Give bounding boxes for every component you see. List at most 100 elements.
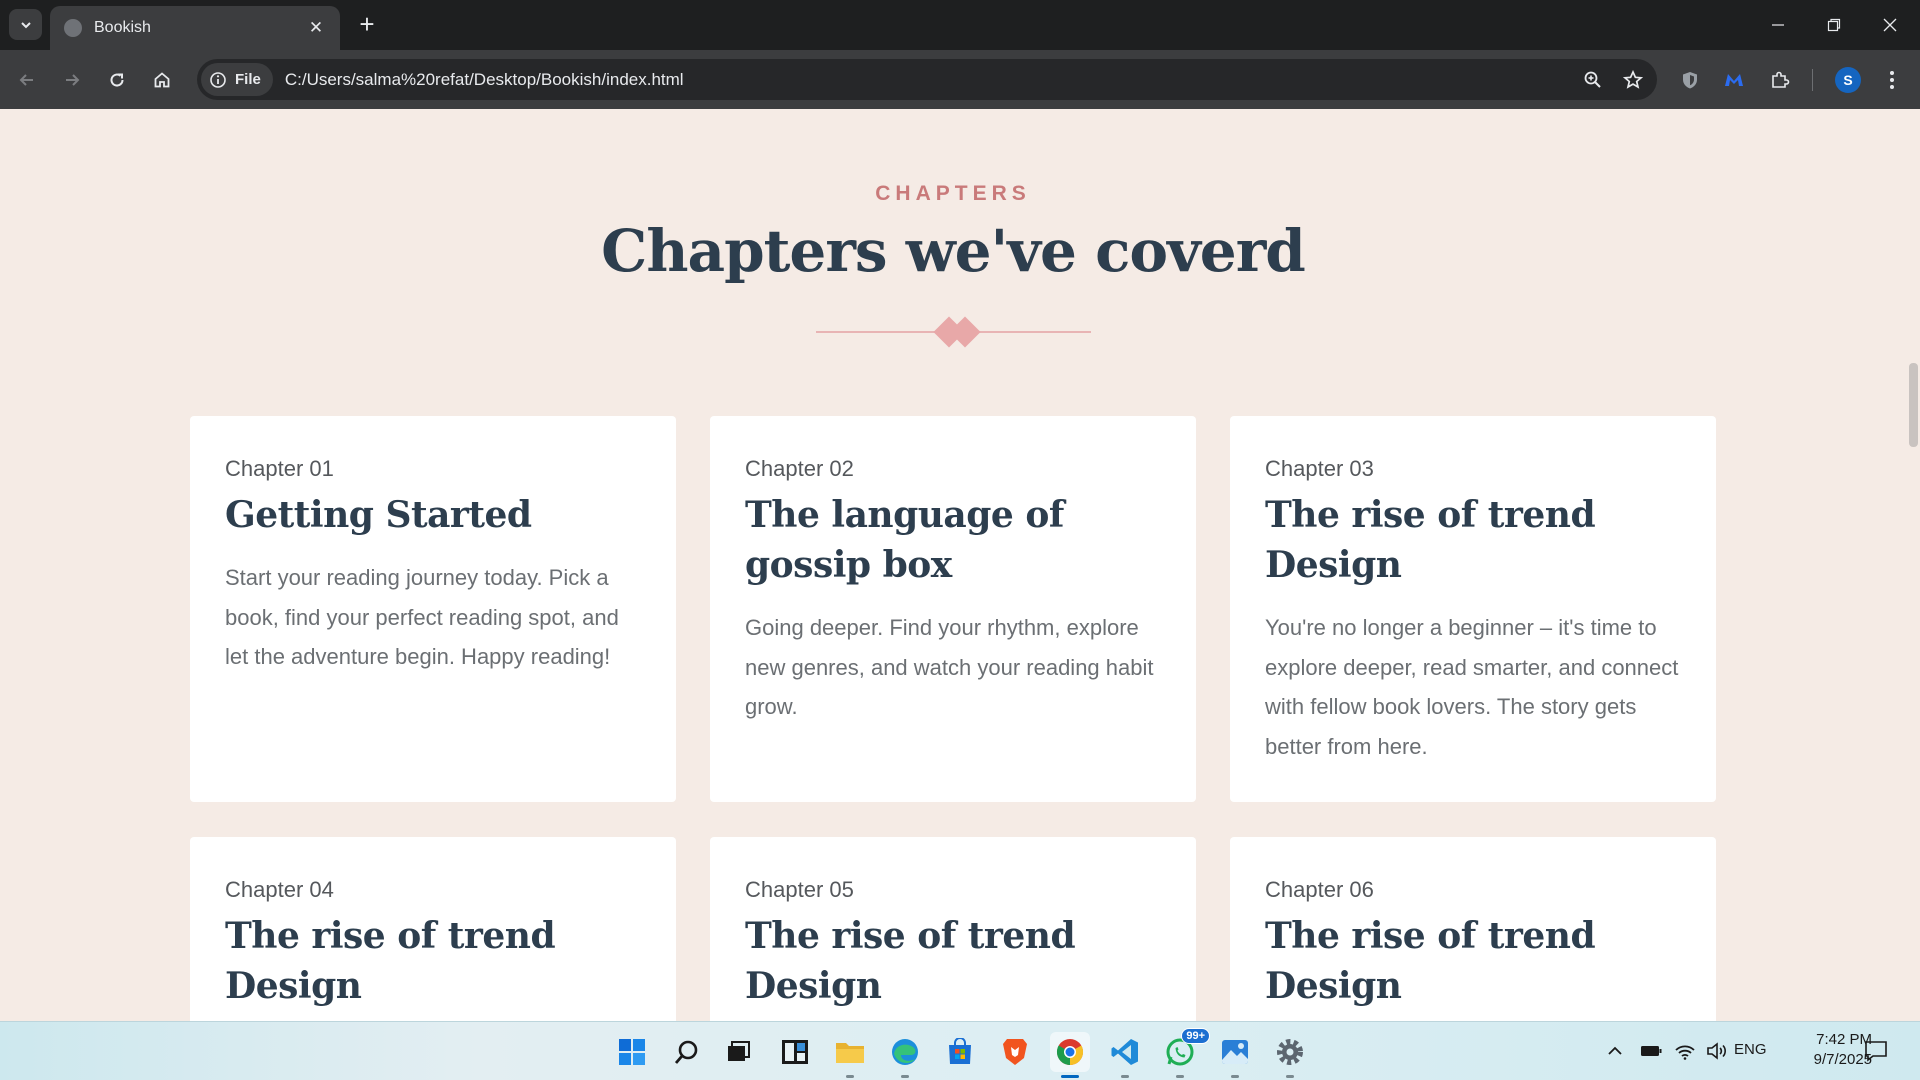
- running-indicator: [1176, 1075, 1184, 1078]
- folder-icon: [836, 1043, 864, 1063]
- avatar: S: [1835, 67, 1861, 93]
- reload-button[interactable]: [99, 62, 135, 98]
- chapter-title: The rise of trend Design: [1265, 494, 1596, 586]
- arrow-left-icon: [19, 74, 33, 86]
- taskbar-photos[interactable]: [1215, 1032, 1255, 1078]
- edge-icon: [892, 1039, 918, 1065]
- notification-icon: [1865, 1040, 1887, 1062]
- browser-tab[interactable]: Bookish ✕: [50, 6, 340, 50]
- info-icon: [210, 71, 226, 88]
- chapter-card[interactable]: Chapter 05 The rise of trend Design: [710, 837, 1196, 1021]
- minimize-button[interactable]: [1750, 0, 1806, 50]
- chapter-description: You're no longer a beginner – it's time …: [1265, 615, 1679, 759]
- notification-badge: 99+: [1181, 1028, 1210, 1044]
- running-indicator: [1231, 1075, 1239, 1078]
- photos-icon: [1222, 1040, 1248, 1064]
- taskbar-edge[interactable]: [885, 1032, 925, 1078]
- arrow-right-icon: [66, 74, 80, 86]
- chapter-description: Going deeper. Find your rhythm, explore …: [745, 615, 1154, 719]
- taskbar-brave[interactable]: [995, 1032, 1035, 1072]
- chapter-title: Getting Started: [225, 494, 532, 536]
- chapter-number: Chapter 01: [225, 456, 334, 481]
- extension-malwarebytes[interactable]: [1716, 62, 1752, 98]
- input-language[interactable]: ENG: [1734, 1041, 1767, 1058]
- volume-icon[interactable]: [1706, 1041, 1728, 1060]
- notification-center-button[interactable]: [1864, 1021, 1888, 1080]
- new-tab-button[interactable]: +: [352, 10, 382, 40]
- extensions-button[interactable]: [1762, 62, 1798, 98]
- task-view-button[interactable]: [718, 1032, 758, 1072]
- toolbar-separator: [1812, 69, 1813, 91]
- search-icon: [674, 1040, 698, 1064]
- extension-shield[interactable]: [1672, 62, 1708, 98]
- chapter-card[interactable]: Chapter 01 Getting Started Start your re…: [190, 416, 676, 802]
- chapter-card[interactable]: Chapter 03 The rise of trend Design You'…: [1230, 416, 1716, 802]
- chapter-number: Chapter 04: [225, 877, 334, 902]
- forward-button[interactable]: [54, 62, 90, 98]
- browser-toolbar: File C:/Users/salma%20refat/Desktop/Book…: [0, 50, 1920, 109]
- start-button[interactable]: [612, 1032, 652, 1072]
- close-icon: [1883, 18, 1897, 32]
- chapter-title: The rise of trend Design: [225, 915, 556, 1007]
- task-view-icon: [728, 1041, 750, 1061]
- zoom-button[interactable]: [1573, 60, 1613, 100]
- chapter-card[interactable]: Chapter 02 The language of gossip box Go…: [710, 416, 1196, 802]
- menu-button[interactable]: [1874, 62, 1910, 98]
- windows-logo-icon: [619, 1039, 645, 1065]
- taskbar-vscode[interactable]: [1105, 1032, 1145, 1078]
- chapter-title: The rise of trend Design: [1265, 915, 1596, 1007]
- page-scrollbar[interactable]: [1906, 109, 1920, 1021]
- store-icon: [949, 1038, 971, 1064]
- search-button[interactable]: [667, 1032, 707, 1072]
- section-eyebrow: CHAPTERS: [875, 182, 1031, 205]
- taskbar-microsoft-store[interactable]: [940, 1032, 980, 1072]
- star-icon: [1623, 69, 1643, 89]
- running-indicator: [846, 1075, 854, 1078]
- vscode-icon: [1111, 1039, 1138, 1065]
- taskbar-settings[interactable]: [1270, 1032, 1310, 1078]
- taskbar-chrome[interactable]: [1050, 1032, 1090, 1078]
- taskbar-clock[interactable]: 7:42 PM 9/7/2025: [1772, 1030, 1872, 1070]
- bookmark-button[interactable]: [1613, 60, 1653, 100]
- home-button[interactable]: [144, 62, 180, 98]
- zoom-icon: [1584, 71, 1601, 88]
- browser-tab-bar: Bookish ✕ +: [0, 0, 1920, 50]
- system-tray: [1606, 1021, 1728, 1080]
- home-icon: [154, 72, 170, 88]
- chevron-up-icon[interactable]: [1606, 1042, 1624, 1060]
- tab-title: Bookish: [94, 19, 151, 36]
- chapter-title: The rise of trend Design: [745, 915, 1076, 1007]
- chapter-title: The language of gossip box: [745, 494, 1064, 586]
- chapter-number: Chapter 06: [1265, 877, 1374, 902]
- gear-icon: [1277, 1039, 1303, 1065]
- restore-button[interactable]: [1806, 0, 1862, 50]
- url-text[interactable]: C:/Users/salma%20refat/Desktop/Bookish/i…: [285, 70, 1573, 90]
- shield-icon: [1683, 72, 1697, 89]
- chevron-down-icon: [20, 21, 31, 28]
- wifi-icon[interactable]: [1674, 1042, 1696, 1060]
- battery-icon[interactable]: [1640, 1043, 1662, 1059]
- site-chip-label: File: [235, 71, 261, 88]
- widgets-icon: [782, 1040, 808, 1064]
- chapter-card[interactable]: Chapter 06 The rise of trend Design: [1230, 837, 1716, 1021]
- section-title: Chapters we've coverd: [601, 217, 1306, 285]
- address-bar[interactable]: File C:/Users/salma%20refat/Desktop/Book…: [197, 59, 1657, 100]
- taskbar-whatsapp[interactable]: 99+: [1160, 1028, 1210, 1078]
- taskbar-file-explorer[interactable]: [830, 1032, 870, 1078]
- back-button[interactable]: [9, 62, 45, 98]
- close-tab-icon[interactable]: ✕: [306, 18, 326, 38]
- widgets-button[interactable]: [775, 1032, 815, 1072]
- malwarebytes-icon: [1725, 74, 1743, 86]
- profile-button[interactable]: S: [1830, 62, 1866, 98]
- site-info-chip[interactable]: File: [201, 63, 273, 96]
- close-window-button[interactable]: [1862, 0, 1918, 50]
- running-indicator: [1286, 1075, 1294, 1078]
- brave-lion-icon: [1003, 1039, 1027, 1065]
- chapter-description: Start your reading journey today. Pick a…: [225, 565, 619, 669]
- chapter-card[interactable]: Chapter 04 The rise of trend Design: [190, 837, 676, 1021]
- reload-icon: [110, 73, 124, 87]
- chrome-icon: [1056, 1039, 1084, 1066]
- scrollbar-thumb[interactable]: [1909, 363, 1918, 447]
- restore-icon: [1827, 18, 1841, 32]
- tab-search-button[interactable]: [9, 9, 42, 40]
